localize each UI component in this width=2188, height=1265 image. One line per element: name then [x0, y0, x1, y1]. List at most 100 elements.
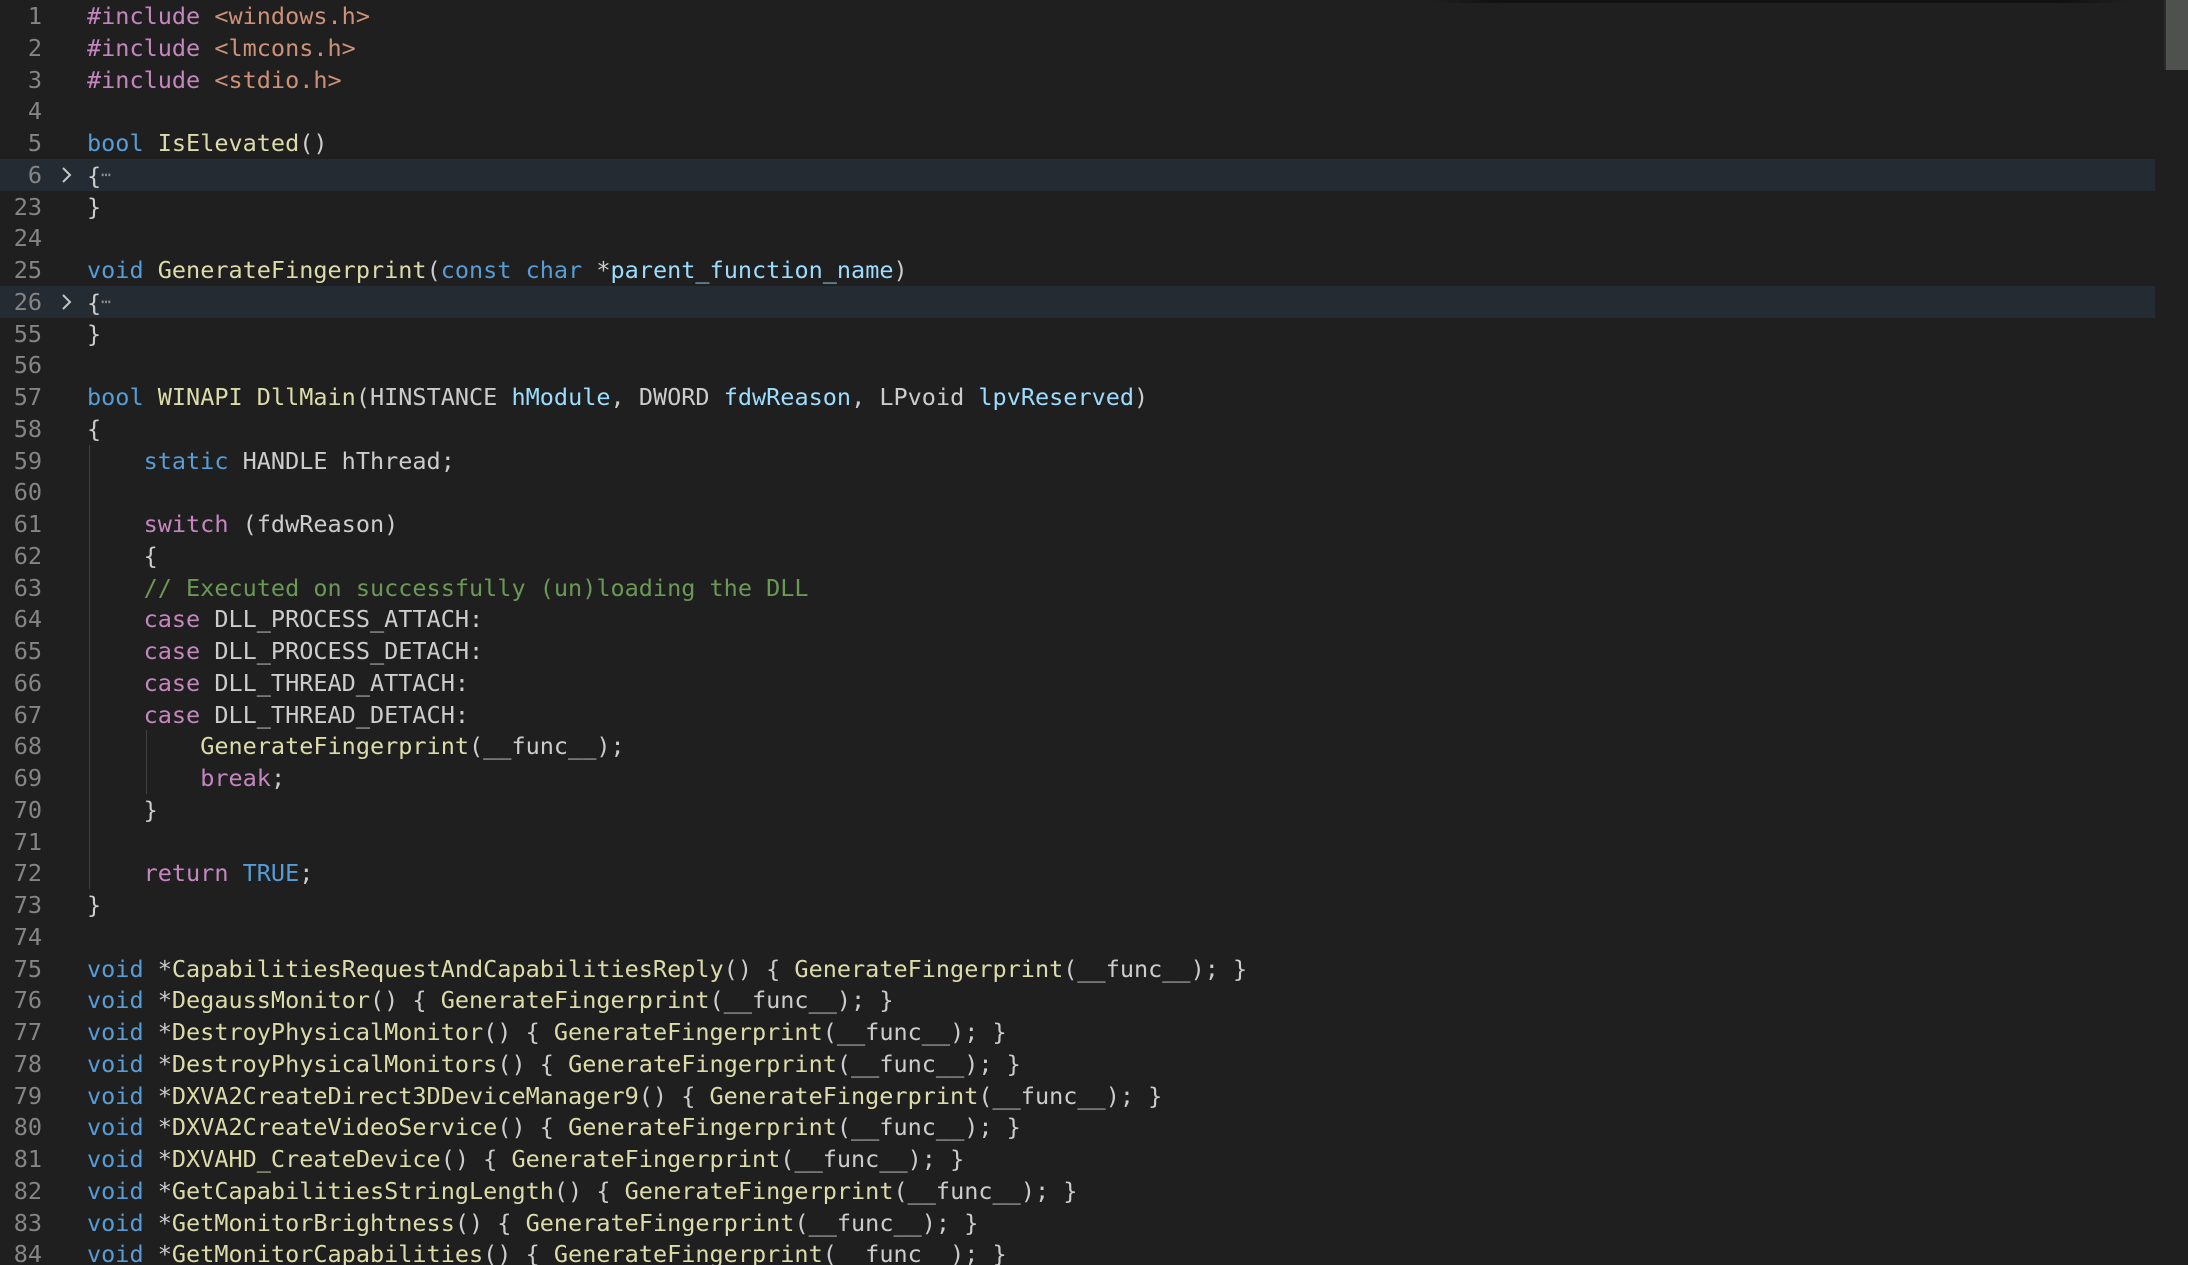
code-line[interactable]: 56	[0, 349, 2160, 381]
code-token: *	[143, 954, 172, 983]
code-token: void	[87, 1176, 144, 1205]
code-line[interactable]: 75 void *CapabilitiesRequestAndCapabiliti…	[0, 953, 2160, 985]
line-number: 26	[13, 287, 42, 316]
code-token: HANDLE hThread;	[228, 446, 455, 475]
code-line[interactable]: 79 void *DXVA2CreateDirect3DDeviceManager…	[0, 1080, 2160, 1112]
code-line[interactable]: 83 void *GetMonitorBrightness() { Generat…	[0, 1207, 2160, 1239]
code-line[interactable]: 68 GenerateFingerprint(__func__);	[0, 730, 2160, 763]
code-line[interactable]: 76 void *DegaussMonitor() { GenerateFinge…	[0, 984, 2160, 1016]
code-line[interactable]: 73}	[0, 889, 2160, 921]
code-line[interactable]: 2 #include <lmcons.h>	[0, 32, 2160, 64]
code-token: hModule	[511, 383, 611, 411]
code-editor[interactable]: 1 #include <windows.h> 2 #include <lmcons.h…	[0, 0, 2188, 1265]
code-token: void	[87, 256, 144, 284]
code-line[interactable]: 3 #include <stdio.h>	[0, 64, 2160, 96]
code-line[interactable]: 23}	[0, 191, 2160, 223]
code-line[interactable]: 74	[0, 921, 2160, 953]
code-token: void	[87, 954, 144, 983]
line-code: bool IsElevated()	[87, 127, 328, 159]
code-line[interactable]: 60	[0, 476, 2160, 509]
code-line[interactable]: 65 case DLL_PROCESS_DETACH:	[0, 635, 2160, 667]
code-line[interactable]: 1 #include <windows.h>	[0, 0, 2160, 32]
line-code: void *DXVA2CreateDirect3DDeviceManager9(…	[87, 1080, 1162, 1112]
code-token: #include	[87, 65, 215, 94]
minimap[interactable]	[2164, 0, 2188, 70]
line-code: void GenerateFingerprint(const char *par…	[87, 254, 908, 286]
folded-ellipsis[interactable]: ⋯	[101, 165, 111, 184]
minimap-slider[interactable]	[2166, 0, 2188, 70]
line-code: void *CapabilitiesRequestAndCapabilities…	[87, 953, 1247, 985]
code-line[interactable]: 77 void *DestroyPhysicalMonitor() { Gener…	[0, 1016, 2160, 1048]
code-line[interactable]: 69 break;	[0, 762, 2160, 794]
code-line[interactable]: 80 void *DXVA2CreateVideoService() { Gene…	[0, 1111, 2160, 1143]
code-token: (__func__); }	[893, 1176, 1078, 1205]
code-line[interactable]: 81 void *DXVAHD_CreateDevice() { Generate…	[0, 1143, 2160, 1175]
code-line[interactable]: 55}	[0, 318, 2160, 350]
line-code: void *DegaussMonitor() { GenerateFingerp…	[87, 984, 893, 1016]
code-line[interactable]: 71	[0, 825, 2160, 858]
code-line[interactable]: 58 {	[0, 413, 2160, 445]
code-line[interactable]: 4	[0, 95, 2160, 127]
line-number: 69	[13, 764, 42, 792]
line-number: 74	[13, 922, 42, 951]
code-line[interactable]: 6 {⋯	[0, 158, 2155, 191]
code-line[interactable]: 24	[0, 222, 2160, 254]
line-number: 84	[13, 1240, 42, 1265]
code-token: lpvReserved	[978, 383, 1135, 411]
code-line[interactable]: 70 }	[0, 793, 2160, 826]
code-token: (__func__); }	[709, 986, 894, 1015]
code-token: case	[143, 605, 201, 634]
line-code: void *GetCapabilitiesStringLength() { Ge…	[87, 1175, 1077, 1207]
code-line[interactable]: 82 void *GetCapabilitiesStringLength() { …	[0, 1175, 2160, 1207]
code-token: (__func__); }	[836, 1049, 1021, 1078]
code-line[interactable]: 5 bool IsElevated()	[0, 127, 2160, 159]
code-token: break	[200, 764, 271, 792]
chevron-right-icon[interactable]	[56, 159, 78, 191]
line-number: 6	[27, 160, 42, 189]
code-token: *	[143, 986, 172, 1015]
code-line[interactable]: 67 case DLL_THREAD_DETACH:	[0, 698, 2160, 731]
code-token: GenerateFingerprint	[568, 1049, 837, 1078]
line-number: 62	[13, 541, 42, 570]
code-token: () {	[440, 1145, 512, 1173]
line-code: }	[87, 794, 158, 826]
line-number: 55	[13, 319, 42, 348]
line-code: void *GetMonitorCapabilities() { Generat…	[87, 1238, 1007, 1265]
code-line[interactable]: 84 void *GetMonitorCapabilities() { Gener…	[0, 1238, 2160, 1265]
code-token: GenerateFingerprint	[709, 1081, 979, 1110]
code-token: () {	[497, 1049, 569, 1078]
code-token: <windows.h>	[214, 2, 370, 30]
line-number: 1	[27, 2, 42, 30]
code-line[interactable]: 61 switch (fdwReason)	[0, 508, 2160, 540]
code-line[interactable]: 66 case DLL_THREAD_ATTACH:	[0, 666, 2160, 699]
line-code: break;	[87, 762, 285, 794]
chevron-right-icon[interactable]	[56, 286, 78, 318]
code-line[interactable]: 26 {⋯	[0, 285, 2155, 318]
indent-guide	[89, 825, 90, 858]
code-token: GenerateFingerprint	[525, 1208, 795, 1237]
code-token: case	[143, 637, 201, 665]
code-line[interactable]: 63 // Executed on successfully (un)loadi…	[0, 571, 2160, 604]
code-line[interactable]: 62 {	[0, 539, 2160, 572]
code-token: )	[893, 256, 908, 284]
code-line[interactable]: 72 return TRUE;	[0, 857, 2160, 890]
code-line[interactable]: 78 void *DestroyPhysicalMonitors() { Gene…	[0, 1048, 2160, 1080]
line-code: void *DestroyPhysicalMonitor() { Generat…	[87, 1016, 1007, 1048]
folded-ellipsis[interactable]: ⋯	[101, 292, 111, 311]
code-line[interactable]: 59 static HANDLE hThread;	[0, 444, 2160, 477]
code-token: *	[143, 1018, 172, 1046]
code-token: ()	[299, 129, 328, 157]
code-token: const	[440, 256, 512, 284]
code-token: CapabilitiesRequestAndCapabilitiesReply	[171, 954, 724, 983]
line-number: 56	[13, 351, 42, 380]
code-line[interactable]: 57 bool WINAPI DllMain(HINSTANCE hModule,…	[0, 381, 2160, 413]
line-code: void *GetMonitorBrightness() { GenerateF…	[87, 1207, 978, 1239]
code-line[interactable]: 25 void GenerateFingerprint(const char *p…	[0, 254, 2160, 286]
code-token: void	[87, 1018, 144, 1046]
code-line[interactable]: 64 case DLL_PROCESS_ATTACH:	[0, 603, 2160, 636]
line-code: case DLL_THREAD_DETACH:	[87, 699, 469, 731]
line-number: 81	[13, 1145, 42, 1173]
